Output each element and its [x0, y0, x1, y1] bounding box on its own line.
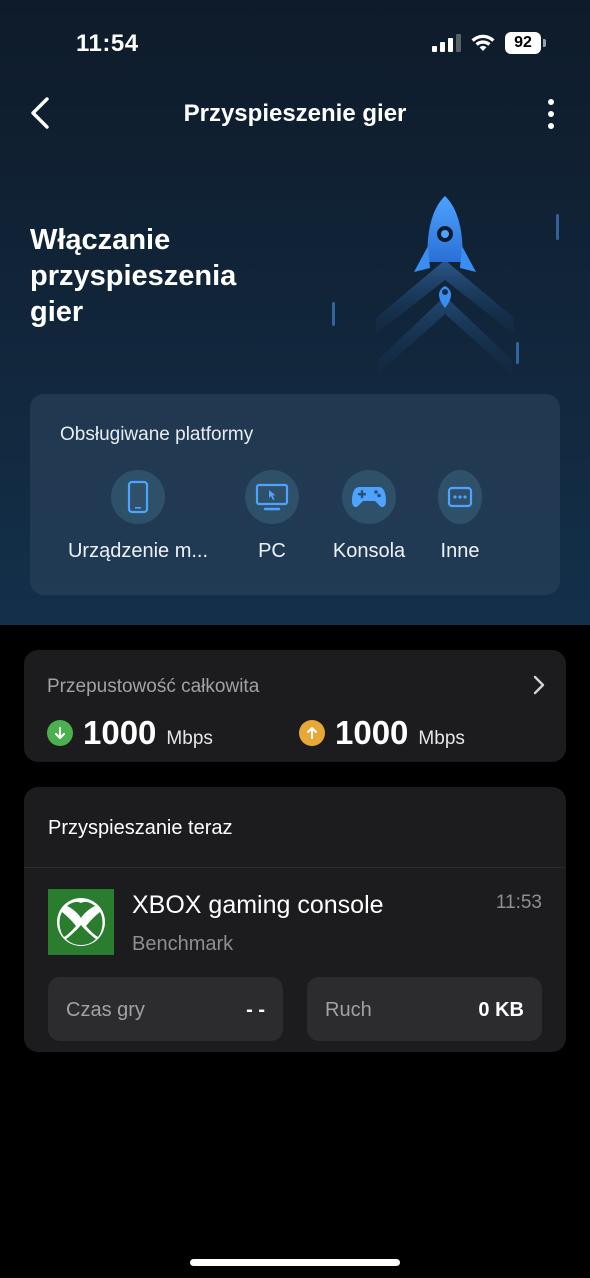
bandwidth-title: Przepustowość całkowita [47, 676, 260, 697]
gamepad-icon [342, 470, 396, 524]
chevron-right-icon[interactable] [532, 674, 546, 696]
hero-title: Włączanie przyspieszenia gier [30, 224, 237, 328]
platform-other[interactable]: Inne [434, 470, 486, 563]
platforms-label: Obsługiwane platformy [60, 424, 254, 445]
platform-pc[interactable]: PC [242, 470, 302, 563]
divider [24, 867, 566, 868]
upload-unit: Mbps [418, 728, 465, 749]
page-title: Przyspieszenie gier [183, 100, 407, 127]
download-speed: 1000 Mbps [47, 714, 213, 752]
download-arrow-icon [47, 720, 73, 746]
platform-label: Konsola [332, 540, 406, 562]
platform-mobile[interactable]: Urządzenie m... [60, 470, 216, 563]
stat-play-time: Czas gry - - [48, 977, 283, 1041]
upload-speed: 1000 Mbps [299, 714, 465, 752]
platform-console[interactable]: Konsola [324, 470, 414, 563]
stat-label: Ruch [325, 999, 372, 1021]
status-indicators: 92 [432, 32, 546, 54]
stat-value: - - [246, 999, 265, 1021]
device-subtitle: Benchmark [132, 933, 234, 955]
xbox-logo-icon [48, 889, 114, 955]
device-name: XBOX gaming console [132, 891, 384, 919]
bandwidth-card[interactable]: Przepustowość całkowita 1000 Mbps 1000 M… [24, 650, 566, 762]
device-time: 11:53 [495, 892, 542, 913]
download-unit: Mbps [166, 728, 213, 749]
more-vertical-icon[interactable] [546, 98, 556, 130]
platform-label: PC [258, 540, 286, 562]
accelerating-title: Przyspieszanie teraz [48, 817, 233, 839]
battery-icon: 92 [505, 32, 546, 54]
accelerating-card: Przyspieszanie teraz XBOX gaming console… [24, 787, 566, 1052]
monitor-icon [245, 470, 299, 524]
battery-level: 92 [505, 32, 541, 54]
platform-label: Inne [440, 540, 480, 562]
stat-label: Czas gry [66, 999, 145, 1021]
upload-value: 1000 [335, 714, 409, 751]
stat-traffic: Ruch 0 KB [307, 977, 542, 1041]
wifi-icon [471, 34, 495, 51]
platforms-card: Obsługiwane platformy Urządzenie m... PC… [30, 394, 560, 595]
rocket-illustration [332, 196, 559, 374]
platform-label: Urządzenie m... [67, 540, 209, 562]
status-time: 11:54 [76, 30, 139, 57]
home-indicator[interactable] [190, 1259, 400, 1266]
more-icon [438, 470, 482, 524]
phone-icon [111, 470, 165, 524]
cellular-signal-icon [432, 34, 461, 52]
download-value: 1000 [83, 714, 157, 751]
upload-arrow-icon [299, 720, 325, 746]
stat-value: 0 KB [478, 999, 524, 1021]
